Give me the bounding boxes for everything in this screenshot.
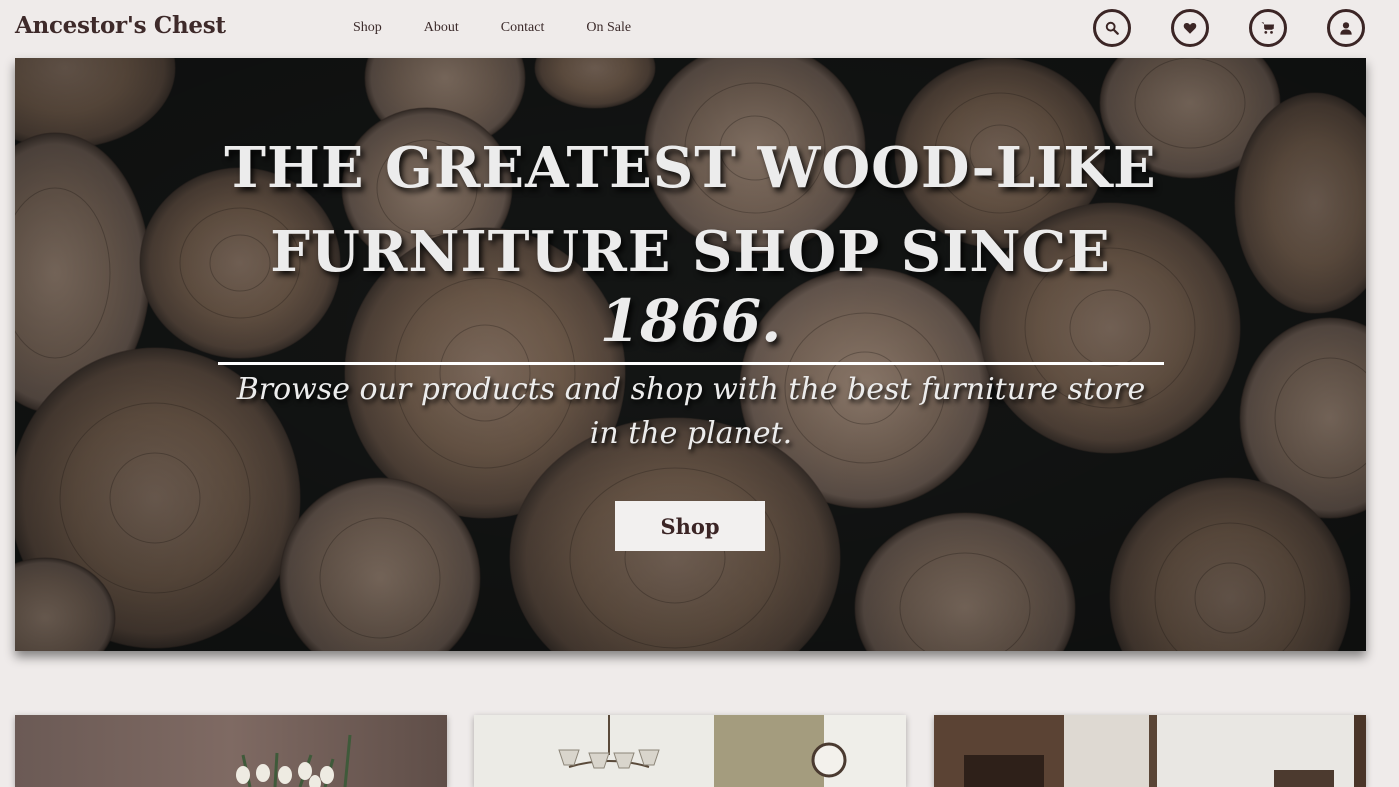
product-image-flowers [15, 715, 447, 787]
product-card-chandelier[interactable] [474, 715, 906, 787]
search-icon [1105, 21, 1119, 35]
main-nav: Shop About Contact On Sale [353, 20, 673, 36]
product-card-flowers[interactable] [15, 715, 447, 787]
search-button[interactable] [1093, 9, 1131, 47]
nav-link-contact[interactable]: Contact [501, 20, 545, 36]
hero-headline: THE GREATEST WOOD-LIKE FURNITURE SHOP SI… [15, 126, 1366, 294]
nav-link-on-sale[interactable]: On Sale [586, 20, 631, 36]
account-button[interactable] [1327, 9, 1365, 47]
hero-subtitle: Browse our products and shop with the be… [236, 372, 1146, 451]
hero-divider [218, 362, 1164, 365]
hero-year: 1866. [599, 287, 782, 355]
nav-link-about[interactable]: About [424, 20, 459, 36]
heart-icon [1183, 23, 1197, 34]
cart-button[interactable] [1249, 9, 1287, 47]
product-image-dining-room [934, 715, 1366, 787]
wishlist-button[interactable] [1171, 9, 1209, 47]
hero-headline-line-1: THE GREATEST WOOD-LIKE [224, 135, 1157, 201]
top-navbar: Ancestor's Chest Shop About Contact On S… [0, 0, 1399, 58]
hero-banner: THE GREATEST WOOD-LIKE FURNITURE SHOP SI… [15, 58, 1366, 651]
hero-shop-button[interactable]: Shop [615, 501, 765, 551]
product-card-dining-room[interactable] [934, 715, 1366, 787]
user-icon [1340, 22, 1352, 35]
brand-logo[interactable]: Ancestor's Chest [15, 12, 226, 39]
hero-headline-line-2: FURNITURE SHOP SINCE [270, 219, 1111, 285]
cart-icon [1261, 22, 1275, 34]
product-image-chandelier [474, 715, 906, 787]
nav-link-shop[interactable]: Shop [353, 20, 382, 36]
